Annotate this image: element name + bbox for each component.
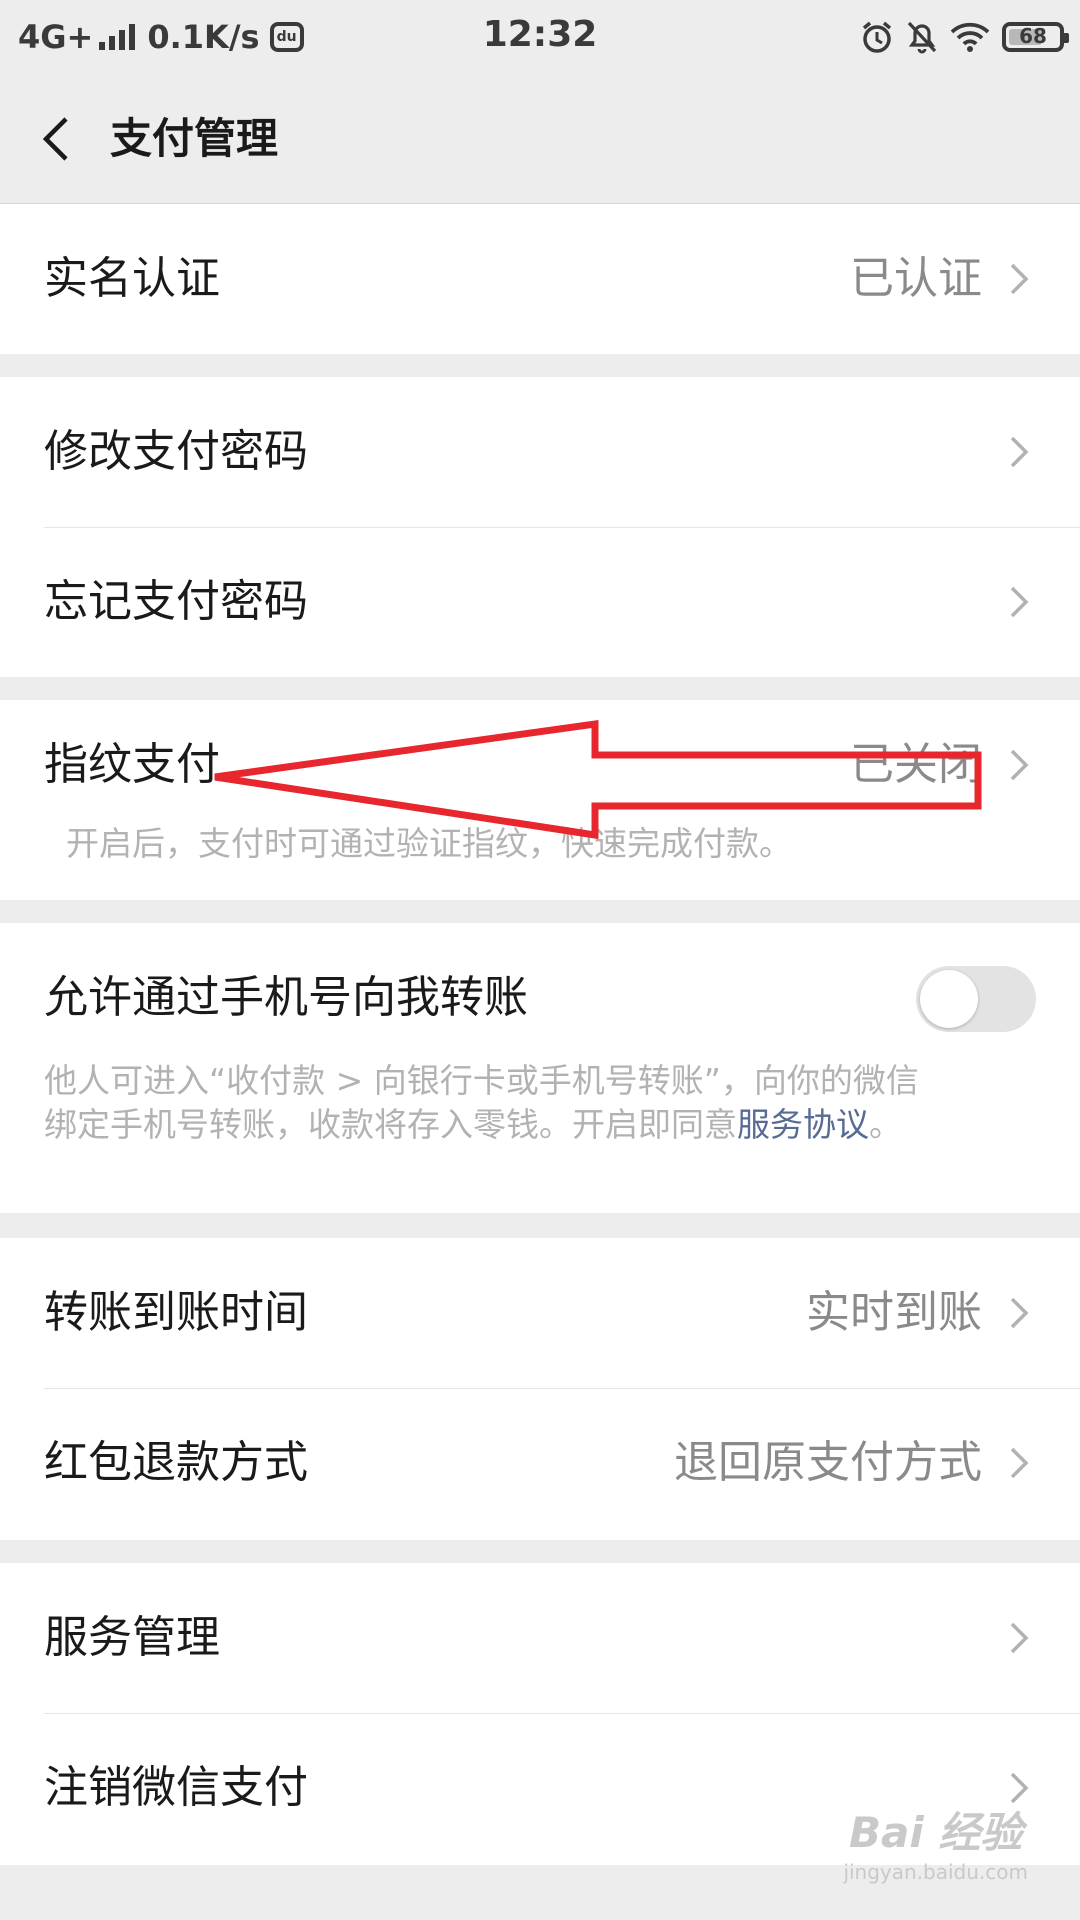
group-verification: 实名认证 已认证 bbox=[0, 204, 1080, 354]
battery-icon: 68 bbox=[1002, 22, 1069, 52]
bell-off-icon bbox=[907, 21, 937, 54]
watermark-logo: Bai 经验 bbox=[849, 1808, 1023, 1857]
status-right: 68 bbox=[860, 14, 1069, 60]
battery-level: 68 bbox=[1019, 24, 1047, 48]
cell-refund-method[interactable]: 红包退款方式 退回原支付方式 bbox=[0, 1388, 1080, 1538]
phone-transfer-note: 他人可进入“收付款 > 向银行卡或手机号转账”，向你的微信 绑定手机号转账，收款… bbox=[44, 1059, 919, 1147]
nav-bar: 支付管理 bbox=[0, 75, 1080, 204]
cell-real-name-verification[interactable]: 实名认证 已认证 bbox=[0, 204, 1080, 354]
group-transfer-settings: 转账到账时间 实时到账 红包退款方式 退回原支付方式 bbox=[0, 1238, 1080, 1540]
phone-transfer-toggle[interactable] bbox=[916, 966, 1036, 1032]
cell-label: 允许通过手机号向我转账 bbox=[44, 972, 528, 1023]
chevron-right-icon bbox=[1010, 749, 1029, 781]
note-end: 。 bbox=[869, 1105, 902, 1144]
cell-label: 忘记支付密码 bbox=[44, 576, 308, 627]
group-fingerprint: 指纹支付 已关闭 开启后，支付时可通过验证指纹，快速完成付款。 bbox=[0, 700, 1080, 900]
group-phone-transfer: 允许通过手机号向我转账 他人可进入“收付款 > 向银行卡或手机号转账”，向你的微… bbox=[0, 923, 1080, 1213]
cell-label: 修改支付密码 bbox=[44, 426, 308, 477]
chevron-right-icon bbox=[1010, 1447, 1029, 1479]
cell-value: 已认证 bbox=[850, 253, 982, 304]
cell-value: 退回原支付方式 bbox=[674, 1437, 982, 1488]
cell-phone-transfer: 允许通过手机号向我转账 bbox=[0, 923, 1080, 1073]
status-bar: 4G+ 0.1K/s du 12:32 68 bbox=[0, 0, 1080, 75]
cell-transfer-time[interactable]: 转账到账时间 实时到账 bbox=[0, 1238, 1080, 1388]
cell-value: 已关闭 bbox=[850, 739, 982, 790]
cell-forgot-password[interactable]: 忘记支付密码 bbox=[0, 527, 1080, 677]
cell-label: 红包退款方式 bbox=[44, 1437, 308, 1488]
note-text: 绑定手机号转账，收款将存入零钱。开启即同意 bbox=[44, 1105, 737, 1144]
chevron-right-icon bbox=[1010, 586, 1029, 618]
chevron-right-icon bbox=[1010, 1297, 1029, 1329]
baidu-jingyan-watermark: Bai 经验 jingyan.baidu.com bbox=[843, 1799, 1028, 1884]
service-agreement-link[interactable]: 服务协议 bbox=[737, 1105, 869, 1144]
chevron-right-icon bbox=[1010, 263, 1029, 295]
watermark-url: jingyan.baidu.com bbox=[843, 1860, 1028, 1884]
group-password: 修改支付密码 忘记支付密码 bbox=[0, 377, 1080, 677]
cell-label: 指纹支付 bbox=[44, 739, 220, 790]
page-title: 支付管理 bbox=[110, 114, 279, 163]
cell-service-management[interactable]: 服务管理 bbox=[0, 1563, 1080, 1713]
alarm-icon bbox=[862, 21, 892, 53]
cell-fingerprint-pay[interactable]: 指纹支付 已关闭 bbox=[0, 700, 1080, 830]
cell-change-password[interactable]: 修改支付密码 bbox=[0, 377, 1080, 527]
note-line-1: 他人可进入“收付款 > 向银行卡或手机号转账”，向你的微信 bbox=[44, 1061, 919, 1100]
cell-value: 实时到账 bbox=[806, 1287, 982, 1338]
toggle-knob bbox=[920, 970, 978, 1028]
cell-label: 服务管理 bbox=[44, 1612, 220, 1663]
cell-label: 实名认证 bbox=[44, 253, 220, 304]
fingerprint-note: 开启后，支付时可通过验证指纹，快速完成付款。 bbox=[66, 824, 792, 863]
cell-label: 注销微信支付 bbox=[44, 1762, 308, 1813]
back-chevron-icon[interactable] bbox=[28, 111, 84, 167]
wifi-icon bbox=[950, 22, 990, 52]
note-line-2: 绑定手机号转账，收款将存入零钱。开启即同意服务协议。 bbox=[44, 1103, 919, 1147]
cell-label: 转账到账时间 bbox=[44, 1287, 308, 1338]
chevron-right-icon bbox=[1010, 436, 1029, 468]
chevron-right-icon bbox=[1010, 1622, 1029, 1654]
